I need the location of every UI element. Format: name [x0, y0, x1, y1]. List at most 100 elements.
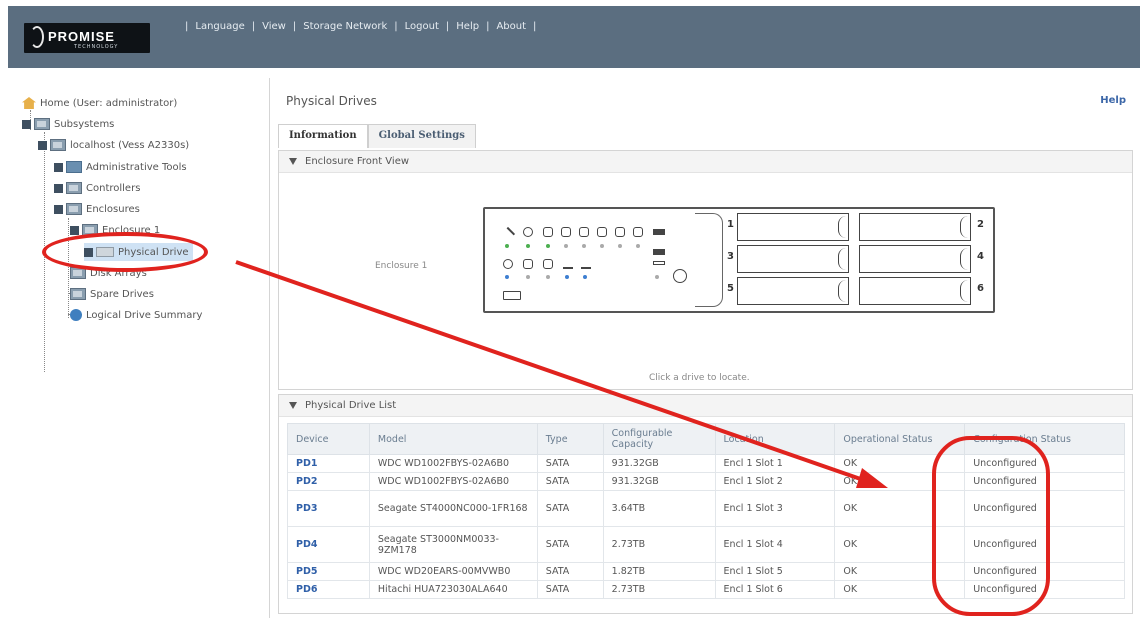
drive-bay-5[interactable]: [737, 277, 849, 305]
device-link[interactable]: PD6: [287, 580, 370, 599]
enclosure-chassis: 1 2 3 4 5 6: [483, 207, 995, 313]
nav-logout[interactable]: Logout: [405, 21, 439, 32]
model-cell: Hitachi HUA723030ALA640: [368, 580, 538, 599]
home-icon: [22, 97, 36, 109]
spare-drive-icon: [70, 288, 86, 300]
tree-logical-summary[interactable]: Logical Drive Summary: [70, 306, 202, 324]
drive-bay-6[interactable]: [859, 277, 971, 305]
col-capacity[interactable]: Configurable Capacity: [602, 423, 716, 455]
disk-icon: [597, 227, 607, 237]
drive-bay-1[interactable]: [737, 213, 849, 241]
bay-latch-icon: [838, 248, 848, 270]
type-cell: SATA: [536, 472, 604, 491]
fan-icon: [523, 227, 533, 237]
bay-latch-icon: [838, 280, 848, 302]
drive-list-title: Physical Drive List: [305, 400, 397, 411]
bezel-handle: [695, 213, 723, 307]
usb-icon[interactable]: [673, 269, 687, 283]
id-button-icon[interactable]: [503, 291, 521, 300]
nav-help[interactable]: Help: [456, 21, 479, 32]
enclosure-icon: [66, 203, 82, 215]
nav-language[interactable]: Language: [195, 21, 244, 32]
capacity-cell: 3.64TB: [602, 490, 716, 527]
status-led: [600, 244, 604, 248]
status-led: [636, 244, 640, 248]
type-cell: SATA: [536, 490, 604, 527]
collapse-icon[interactable]: [22, 119, 31, 129]
tree-enclosures-label: Enclosures: [86, 203, 140, 215]
drive-bay-4[interactable]: [859, 245, 971, 273]
tree-subsystems[interactable]: Subsystems: [22, 115, 114, 133]
capacity-cell: 1.82TB: [602, 562, 716, 581]
model-cell: Seagate ST4000NC000-1FR168: [368, 490, 538, 527]
lock-icon: [543, 259, 553, 269]
drive-bay-2[interactable]: [859, 213, 971, 241]
nav-about[interactable]: About: [496, 21, 526, 32]
tree-admin-tools[interactable]: Administrative Tools: [54, 158, 187, 176]
tree-controllers[interactable]: Controllers: [54, 179, 140, 197]
device-link[interactable]: PD1: [287, 454, 370, 473]
page-title: Physical Drives: [286, 94, 377, 108]
network-port-icon: [653, 229, 665, 235]
annotation-box: [932, 436, 1050, 616]
nav-storage-network[interactable]: Storage Network: [303, 21, 387, 32]
top-nav: | Language | View | Storage Network | Lo…: [185, 21, 537, 32]
bay-number-6: 6: [977, 283, 984, 294]
capacity-cell: 931.32GB: [602, 454, 716, 473]
device-link[interactable]: PD5: [287, 562, 370, 581]
collapse-icon[interactable]: [38, 140, 47, 150]
collapse-icon[interactable]: [54, 204, 63, 214]
expand-icon[interactable]: [54, 183, 63, 193]
tree-subsystems-label: Subsystems: [54, 118, 115, 130]
status-led: [655, 275, 659, 279]
port-icon: [653, 261, 665, 265]
collapse-triangle-icon[interactable]: [289, 158, 297, 165]
collapse-icon[interactable]: [70, 225, 79, 235]
model-cell: WDC WD1002FBYS-02A6B0: [368, 454, 538, 473]
device-link[interactable]: PD4: [287, 526, 370, 563]
status-led: [583, 275, 587, 279]
device-link[interactable]: PD2: [287, 472, 370, 491]
collapse-triangle-icon[interactable]: [289, 402, 297, 409]
storage-icon: [523, 259, 533, 269]
status-led: [582, 244, 586, 248]
front-view-header[interactable]: Enclosure Front View: [279, 151, 1132, 173]
help-link[interactable]: Help: [1100, 95, 1126, 106]
capacity-cell: 2.73TB: [602, 526, 716, 563]
tree-home[interactable]: Home (User: administrator): [22, 94, 177, 112]
bay-number-5: 5: [727, 283, 734, 294]
disk-icon: [633, 227, 643, 237]
tree-spare-drives[interactable]: Spare Drives: [70, 285, 154, 303]
nav-view[interactable]: View: [262, 21, 286, 32]
tab-global-settings[interactable]: Global Settings: [367, 124, 476, 148]
promise-logo[interactable]: PROMISE TECHNOLOGY: [24, 23, 150, 53]
drive-bay-3[interactable]: [737, 245, 849, 273]
disk-icon: [615, 227, 625, 237]
user-icon: [563, 259, 573, 269]
type-cell: SATA: [536, 562, 604, 581]
col-type[interactable]: Type: [536, 423, 604, 455]
col-model[interactable]: Model: [368, 423, 538, 455]
col-location[interactable]: Location: [714, 423, 836, 455]
bay-number-3: 3: [727, 251, 734, 262]
tab-information[interactable]: Information: [278, 124, 368, 148]
tab-bar: Information Global Settings: [278, 124, 476, 148]
disk-icon: [543, 227, 553, 237]
status-led: [526, 244, 530, 248]
bay-number-4: 4: [977, 251, 984, 262]
tree-logical-summary-label: Logical Drive Summary: [86, 309, 203, 321]
capacity-cell: 931.32GB: [602, 472, 716, 491]
top-header: PROMISE TECHNOLOGY | Language | View | S…: [8, 6, 1140, 68]
tree-enclosures[interactable]: Enclosures: [54, 200, 140, 218]
tree-localhost[interactable]: localhost (Vess A2330s): [38, 136, 189, 154]
power-icon: [503, 259, 513, 269]
tree-home-label: Home (User: administrator): [40, 97, 178, 109]
drive-list-header[interactable]: Physical Drive List: [279, 395, 1132, 417]
status-led: [618, 244, 622, 248]
expand-icon[interactable]: [54, 162, 63, 172]
col-device[interactable]: Device: [287, 423, 370, 455]
bay-latch-icon: [960, 248, 970, 270]
status-led: [505, 275, 509, 279]
disk-icon: [579, 227, 589, 237]
device-link[interactable]: PD3: [287, 490, 370, 527]
